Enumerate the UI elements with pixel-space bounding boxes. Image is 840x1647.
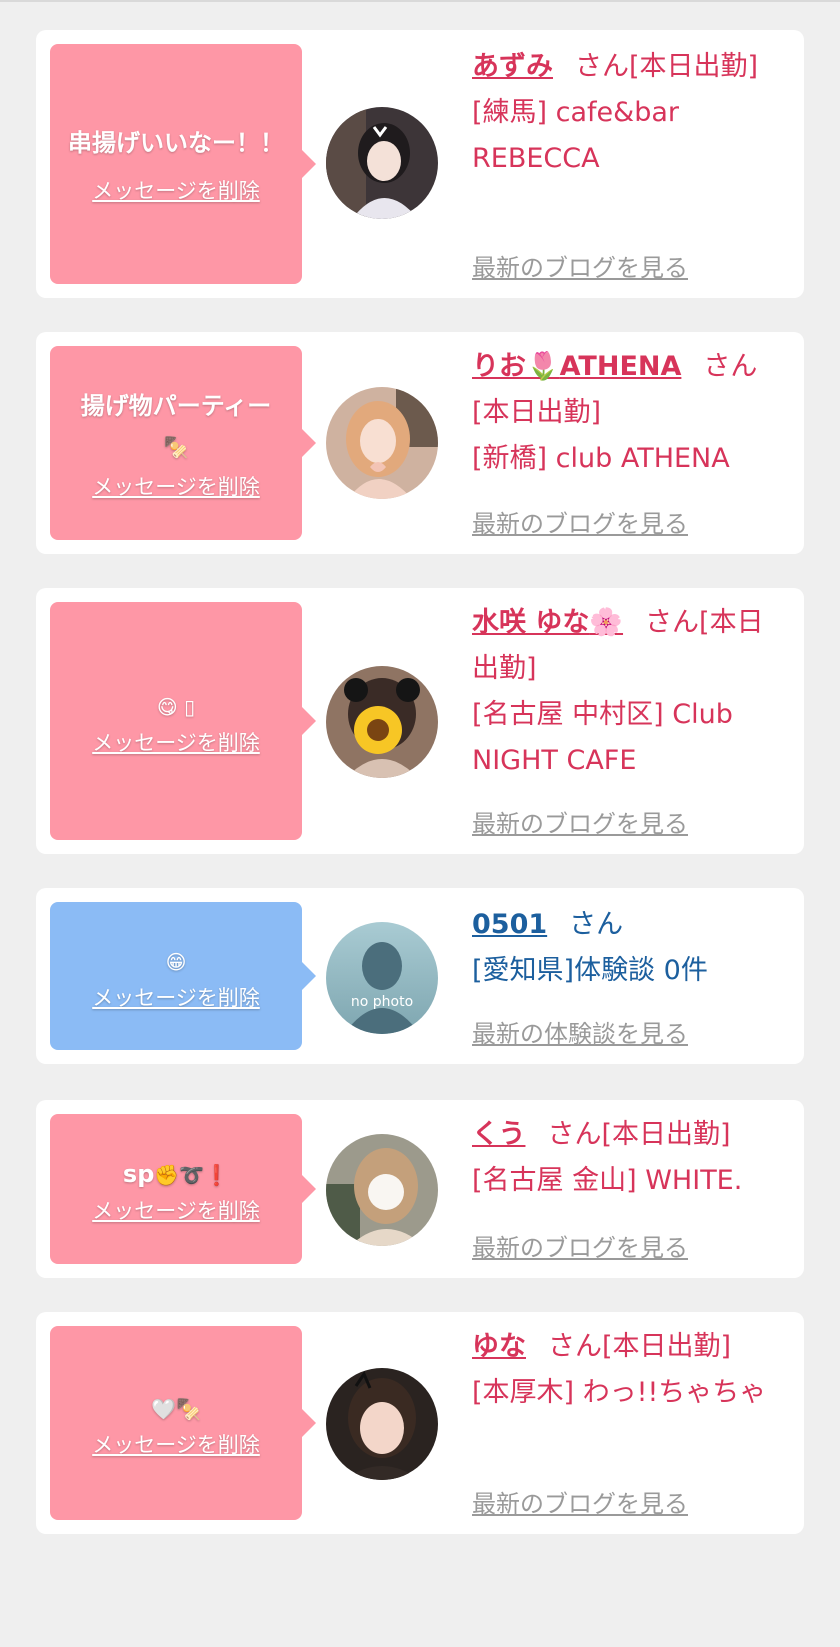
name-link[interactable]: ゆな <box>472 1331 526 1362</box>
list-item: sp✊➰❗ メッセージを削除 くう さん[本日出勤] [名古屋 金山] WHITE… <box>36 1100 804 1278</box>
latest-blog-link[interactable]: 最新のブログを見る <box>472 1484 688 1519</box>
list-item: 😋 ▯ メッセージを削除 水咲 ゆな🌸 さん[本日出勤] [名古屋 中村区] Cl… <box>36 588 804 854</box>
message-text: 😋 ▯ <box>157 686 195 727</box>
message-bubble: 🤍🍢 メッセージを削除 <box>50 1326 316 1520</box>
avatar[interactable] <box>326 1134 438 1246</box>
name-suffix: さん[本日出勤] <box>575 51 759 82</box>
face-icon: 😋 ▯ <box>156 694 196 719</box>
delete-message-link[interactable]: メッセージを削除 <box>92 727 260 757</box>
heart-icon: 🤍🍢 <box>151 1396 201 1421</box>
profile-info: ゆな さん[本日出勤] [本厚木] わっ!!ちゃちゃ <box>472 1324 782 1416</box>
profile-info: くう さん[本日出勤] [名古屋 金山] WHITE. <box>472 1112 782 1204</box>
message-bubble: 串揚げいいなー！！ メッセージを削除 <box>50 44 316 284</box>
name-link[interactable]: 0501 <box>472 909 547 940</box>
latest-blog-link[interactable]: 最新のブログを見る <box>472 248 688 283</box>
avatar[interactable]: no photo <box>326 922 438 1034</box>
delete-message-link[interactable]: メッセージを削除 <box>92 175 260 205</box>
message-text: 😁 <box>166 941 187 982</box>
name-link[interactable]: くう <box>472 1119 525 1150</box>
message-text: 串揚げいいなー！！ <box>68 129 284 157</box>
latest-review-link[interactable]: 最新の体験談を見る <box>472 1014 688 1049</box>
name-link[interactable]: あずみ <box>472 51 553 82</box>
profile-info: りお🌷ATHENA さん[本日出勤] [新橋] club ATHENA <box>472 344 772 482</box>
flower-icon: 🌸 <box>589 607 624 638</box>
message-text: 🤍🍢 <box>151 1388 201 1429</box>
list-item: 揚げ物パーティー 🍢 メッセージを削除 りお🌷ATHENA さん[本日出勤] [新橋… <box>36 332 804 554</box>
name-suffix: さん <box>569 909 624 940</box>
latest-blog-link[interactable]: 最新のブログを見る <box>472 504 688 539</box>
profile-info: 水咲 ゆな🌸 さん[本日出勤] [名古屋 中村区] Club NIGHT CAFE <box>472 600 772 784</box>
experience-count-text: [愛知県]体験談 0件 <box>472 955 708 986</box>
delete-message-link[interactable]: メッセージを削除 <box>92 471 260 501</box>
name-suffix: さん[本日出勤] <box>547 1119 731 1150</box>
delete-message-link[interactable]: メッセージを削除 <box>92 982 260 1012</box>
shop-text: [練馬] cafe&bar REBECCA <box>472 97 679 174</box>
avatar[interactable] <box>326 107 438 219</box>
message-bubble: 😋 ▯ メッセージを削除 <box>50 602 316 840</box>
name-link[interactable]: 水咲 ゆな🌸 <box>472 607 623 638</box>
grin-icon: 😁 <box>165 949 187 974</box>
profile-info: あずみ さん[本日出勤] [練馬] cafe&bar REBECCA <box>472 44 772 182</box>
delete-message-link[interactable]: メッセージを削除 <box>92 1195 260 1225</box>
avatar[interactable] <box>326 1368 438 1480</box>
avatar[interactable] <box>326 387 438 499</box>
message-text: sp✊➰❗ <box>122 1159 230 1188</box>
shop-text: [名古屋 中村区] Club NIGHT CAFE <box>472 699 733 776</box>
shop-text: [新橋] club ATHENA <box>472 443 730 474</box>
list-item: 😁 メッセージを削除 no photo 0501 さん [愛知県]体験談 0件 <box>36 888 804 1064</box>
shop-text: [本厚木] わっ!!ちゃちゃ <box>472 1377 767 1408</box>
shop-text: [名古屋 金山] WHITE. <box>472 1165 743 1196</box>
skewer-icon: 🍢 <box>163 434 189 459</box>
message-bubble: sp✊➰❗ メッセージを削除 <box>50 1114 316 1264</box>
message-text: 揚げ物パーティー 🍢 <box>80 391 272 459</box>
tulip-icon: 🌷 <box>526 351 560 382</box>
delete-message-link[interactable]: メッセージを削除 <box>92 1429 260 1459</box>
list-item: 串揚げいいなー！！ メッセージを削除 あずみ さん[本日出勤] [練馬] cafe… <box>36 30 804 298</box>
no-photo-label: no photo <box>350 994 414 1010</box>
message-bubble: 😁 メッセージを削除 <box>50 902 316 1050</box>
fist-icon: ✊➰❗ <box>154 1162 230 1187</box>
list-item: 🤍🍢 メッセージを削除 ゆな さん[本日出勤] [本厚木] わっ!!ちゃちゃ 最新… <box>36 1312 804 1534</box>
avatar[interactable] <box>326 666 438 778</box>
latest-blog-link[interactable]: 最新のブログを見る <box>472 1228 688 1263</box>
message-bubble: 揚げ物パーティー 🍢 メッセージを削除 <box>50 346 316 540</box>
profile-info: 0501 さん [愛知県]体験談 0件 <box>472 902 772 994</box>
name-link[interactable]: りお🌷ATHENA <box>472 351 681 382</box>
name-suffix: さん[本日出勤] <box>548 1331 732 1362</box>
latest-blog-link[interactable]: 最新のブログを見る <box>472 804 688 839</box>
